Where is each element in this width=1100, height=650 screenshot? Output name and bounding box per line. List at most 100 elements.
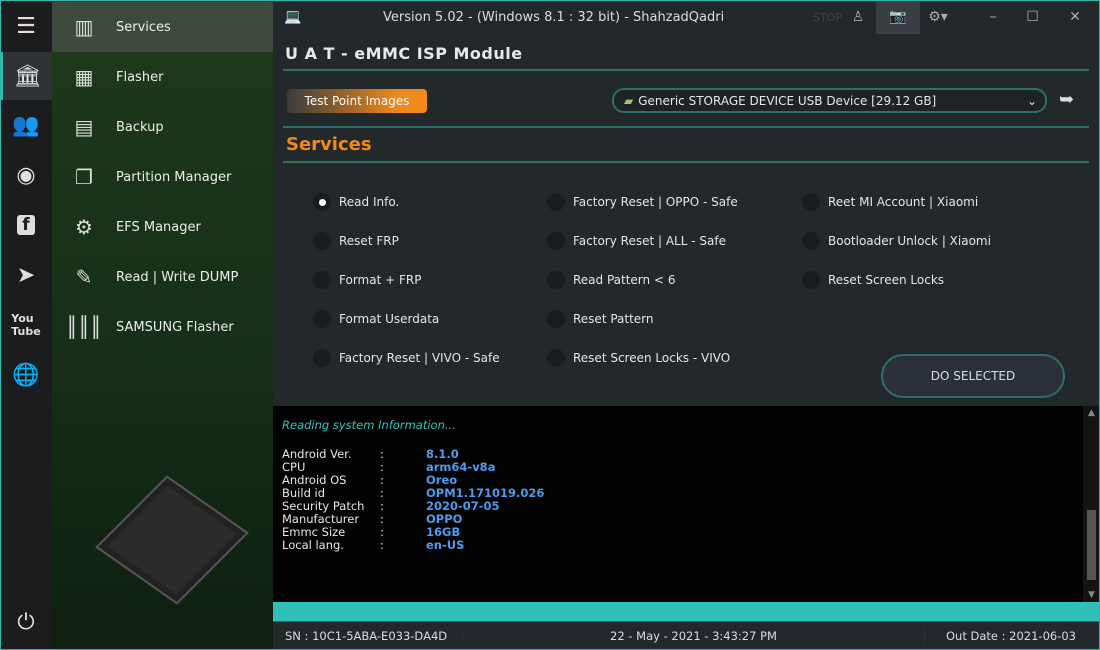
menu-icon[interactable]: ☰ [0,2,52,50]
option-factory-reset-vivo[interactable]: Factory Reset | VIVO - Safe [313,349,500,367]
console-header: Reading system Information... [282,418,1074,432]
option-factory-reset-all[interactable]: Factory Reset | ALL - Safe [547,232,726,250]
divider [283,69,1089,71]
scroll-down-icon[interactable]: ▼ [1083,590,1100,600]
option-label: Read Pattern < 6 [573,273,675,287]
radio[interactable] [547,310,565,328]
console-row: Build id:OPM1.171019.026 [282,487,1074,500]
youtube-icon[interactable]: YouTube [0,301,52,349]
telegram-icon[interactable]: ➤ [0,251,52,299]
module-heading: U A T - eMMC ISP Module [285,44,523,63]
console-row: Android OS:Oreo [282,474,1074,487]
console-separator: : [380,448,426,461]
option-reset-pattern[interactable]: Reset Pattern [547,310,654,328]
option-read-pattern[interactable]: Read Pattern < 6 [547,271,675,289]
radio[interactable] [547,271,565,289]
radio[interactable] [802,271,820,289]
stop-button[interactable]: STOP [813,0,842,34]
option-label: Reet MI Account | Xiaomi [828,195,978,209]
sidebar-item-services[interactable]: ▥Services [52,2,273,52]
console-separator: : [380,474,426,487]
globe-icon[interactable]: 🌐 [0,351,52,399]
device-select[interactable]: ▰ Generic STORAGE DEVICE USB Device [29.… [612,88,1047,113]
option-factory-reset-oppo[interactable]: Factory Reset | OPPO - Safe [547,193,738,211]
qr-icon: ▦ [52,65,116,89]
settings-dropdown-icon[interactable]: ⚙▾ [921,0,955,34]
chip-image [95,475,249,604]
radio[interactable] [802,232,820,250]
option-label: Reset FRP [339,234,399,248]
radio[interactable] [547,193,565,211]
sidebar-item-samsung-flasher[interactable]: ║║║SAMSUNG Flasher [52,302,273,352]
maximize-button[interactable]: ☐ [1015,0,1050,34]
users-icon[interactable]: 👥 [0,101,52,149]
console-value: en-US [426,539,464,552]
radio[interactable] [802,193,820,211]
radio[interactable] [547,349,565,367]
serial-number: SN : 10C1-5ABA-E033-DA4D [273,629,463,643]
scroll-up-icon[interactable]: ▲ [1083,408,1100,418]
disconnect-icon[interactable]: ➥ [1059,89,1074,110]
console-scrollbar[interactable]: ▲ ▼ [1083,406,1100,602]
option-reset-mi-account[interactable]: Reet MI Account | Xiaomi [802,193,978,211]
sidebar-item-flasher[interactable]: ▦Flasher [52,52,273,102]
option-label: Reset Screen Locks [828,273,944,287]
console-row: Android Ver.:8.1.0 [282,448,1074,461]
console-separator: : [380,461,426,474]
sidebar-item-read-write-dump[interactable]: ✎Read | Write DUMP [52,252,273,302]
progress-fill [273,602,1100,621]
sidebar: ▥Services ▦Flasher ▤Backup ❐Partition Ma… [52,0,273,650]
radio[interactable] [313,271,331,289]
do-selected-button[interactable]: DO SELECTED [881,354,1065,398]
status-bar: SN : 10C1-5ABA-E033-DA4D 22 - May - 2021… [273,621,1100,650]
option-format-frp[interactable]: Format + FRP [313,271,421,289]
laptop-icon: 💻 [281,0,305,34]
title-bar: 💻 Version 5.02 - (Windows 8.1 : 32 bit) … [273,0,1100,36]
console-row: Security Patch:2020-07-05 [282,500,1074,513]
radio[interactable] [313,349,331,367]
option-label: Bootloader Unlock | Xiaomi [828,234,991,248]
window-title: Version 5.02 - (Windows 8.1 : 32 bit) - … [383,0,724,34]
option-reset-frp[interactable]: Reset FRP [313,232,399,250]
radio[interactable] [313,310,331,328]
power-icon[interactable]: ⏻ [0,598,52,646]
console-separator: : [380,513,426,526]
radio[interactable] [547,232,565,250]
option-format-userdata[interactable]: Format Userdata [313,310,439,328]
option-label: Factory Reset | OPPO - Safe [573,195,738,209]
usb-drive-icon: ▰ [624,94,633,108]
console-separator: : [380,539,426,552]
firefox-icon[interactable]: ◉ [0,151,52,199]
option-label: Reset Pattern [573,312,654,326]
bank-icon[interactable]: 🏛 [0,52,52,100]
chevron-down-icon: ⌄ [1027,94,1037,108]
date-time: 22 - May - 2021 - 3:43:27 PM [463,629,925,643]
close-button[interactable]: ✕ [1055,0,1095,34]
barcode-icon: ║║║ [52,315,116,339]
sidebar-item-efs-manager[interactable]: ⚙EFS Manager [52,202,273,252]
document-icon: ▤ [52,115,116,139]
sidebar-item-partition-manager[interactable]: ❐Partition Manager [52,152,273,202]
sidebar-item-backup[interactable]: ▤Backup [52,102,273,152]
user-icon[interactable]: ♙ [843,0,873,34]
chart-icon: ▥ [52,15,116,39]
minimize-button[interactable]: – [973,0,1013,34]
console-row: Emmc Size:16GB [282,526,1074,539]
option-read-info[interactable]: Read Info. [313,193,399,211]
camera-icon[interactable]: 📷 [876,0,920,34]
option-bootloader-unlock[interactable]: Bootloader Unlock | Xiaomi [802,232,991,250]
option-reset-screen-locks[interactable]: Reset Screen Locks [802,271,944,289]
option-reset-screen-locks-vivo[interactable]: Reset Screen Locks - VIVO [547,349,730,367]
option-label: Read Info. [339,195,399,209]
device-select-value: Generic STORAGE DEVICE USB Device [29.12… [638,94,936,108]
option-label: Factory Reset | VIVO - Safe [339,351,500,365]
progress-bar [273,602,1100,621]
services-title: Services [286,134,372,155]
main-panel: 💻 Version 5.02 - (Windows 8.1 : 32 bit) … [273,0,1100,650]
facebook-icon[interactable]: f [0,201,52,249]
radio[interactable] [313,193,331,211]
scroll-thumb[interactable] [1087,510,1096,580]
radio[interactable] [313,232,331,250]
console-row: Local lang.:en-US [282,539,1074,552]
test-point-images-button[interactable]: Test Point Images [287,89,427,113]
